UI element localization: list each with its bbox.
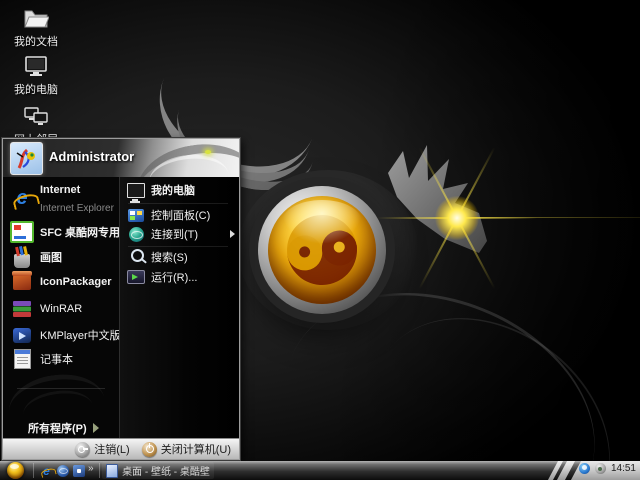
start-item-connect-to[interactable]: 连接到(T) [120, 224, 239, 244]
internet-explorer-icon: e [16, 187, 28, 209]
sfc-zhuoku-icon [10, 220, 34, 244]
run-icon [127, 268, 145, 286]
log-off-button[interactable]: 注销(L) [75, 441, 130, 457]
connect-to-icon [127, 225, 145, 243]
right-column-separator [128, 203, 228, 204]
start-menu-right-column: 我的电脑 控制面板(C) 连接到(T) 搜索(S) 运行(R)... [119, 177, 239, 438]
start-item-internet[interactable]: e Internet Internet Explorer [3, 183, 119, 214]
winrar-icon [10, 297, 34, 321]
taskbar: e » 桌面 - 壁纸 - 桌酷壁... 14:51 [0, 461, 640, 480]
start-item-control-panel[interactable]: 控制面板(C) [120, 205, 239, 225]
desktop-icon-label: 我的电脑 [14, 84, 58, 96]
my-computer-icon [4, 52, 68, 78]
start-item-sfc-zhuoku[interactable]: SFC 桌酷网专用版 [3, 219, 131, 245]
task-button-wallpaper-window[interactable]: 桌面 - 壁纸 - 桌酷壁... [102, 462, 214, 479]
start-item-notepad[interactable]: 记事本 [3, 346, 119, 372]
kmplayer-icon [10, 323, 34, 347]
shut-down-button[interactable]: 关闭计算机(U) [141, 441, 231, 457]
taskbar-divider [99, 463, 100, 478]
user-avatar[interactable] [10, 142, 43, 175]
quick-launch-ie-icon[interactable]: e [40, 464, 53, 477]
start-menu-header: Administrator [3, 139, 239, 178]
security-tray-icon[interactable] [594, 463, 606, 474]
search-icon [127, 248, 145, 266]
wallpaper-window-icon [106, 463, 119, 478]
network-places-icon [4, 102, 68, 128]
taskbar-clock[interactable]: 14:51 [611, 463, 636, 474]
shut-down-icon [141, 441, 157, 457]
start-item-run[interactable]: 运行(R)... [120, 267, 239, 287]
system-tray: 14:51 [578, 463, 636, 474]
paint-icon [10, 245, 34, 269]
start-item-iconpackager[interactable]: IconPackager [3, 269, 119, 295]
dragon-head-graphic [388, 145, 487, 253]
start-menu: Administrator e Internet Internet Explor… [2, 138, 240, 460]
log-off-icon [75, 441, 91, 457]
quick-launch-overflow-chevron[interactable]: » [88, 463, 94, 474]
start-item-kmplayer[interactable]: KMPlayer中文版 [3, 322, 121, 348]
start-item-my-computer[interactable]: 我的电脑 [120, 180, 239, 201]
desktop-icon-my-documents[interactable]: 我的文档 [4, 4, 68, 49]
submenu-arrow-icon [230, 230, 235, 238]
dragon-eye-glint [205, 150, 211, 154]
yinyang-orb [268, 196, 376, 304]
start-menu-footer: 注销(L) 关闭计算机(U) [3, 438, 239, 459]
my-documents-icon [4, 4, 68, 30]
start-item-search[interactable]: 搜索(S) [120, 247, 239, 267]
start-item-paint[interactable]: 画图 [3, 244, 119, 270]
quick-launch-media-player-icon[interactable] [72, 464, 85, 477]
taskbar-divider [33, 463, 34, 478]
all-programs-arrow-icon [92, 423, 99, 433]
messenger-tray-icon[interactable] [578, 463, 590, 474]
start-menu-body: e Internet Internet Explorer SFC 桌酷网专用版 … [3, 177, 239, 443]
control-panel-icon [127, 206, 145, 224]
iconpackager-icon [10, 270, 34, 294]
desktop-icon-my-computer[interactable]: 我的电脑 [4, 52, 68, 97]
quick-launch-kmplayer-icon[interactable] [56, 464, 69, 477]
start-button[interactable] [7, 462, 24, 479]
start-menu-left-column: e Internet Internet Explorer SFC 桌酷网专用版 … [3, 177, 131, 443]
logged-in-user-name: Administrator [49, 149, 135, 164]
start-item-winrar[interactable]: WinRAR [3, 296, 119, 322]
notepad-icon [10, 347, 34, 371]
desktop-icon-label: 我的文档 [14, 36, 58, 48]
my-computer-icon [127, 181, 145, 201]
